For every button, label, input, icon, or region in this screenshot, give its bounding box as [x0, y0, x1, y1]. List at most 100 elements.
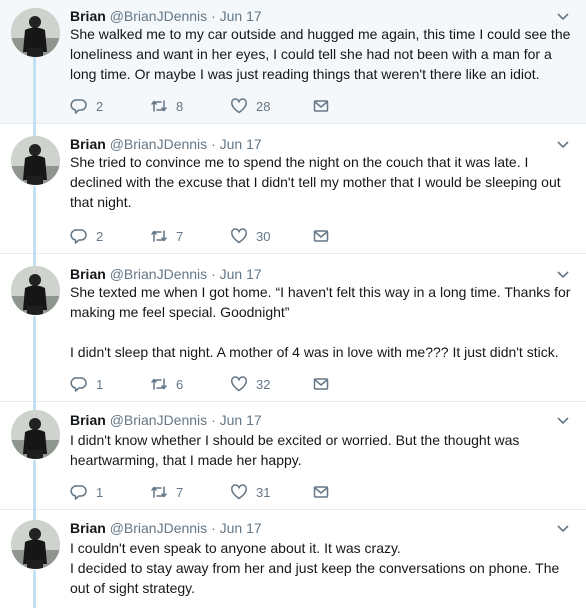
- heart-icon: [231, 228, 247, 244]
- retweet-button[interactable]: 7: [150, 483, 230, 501]
- chevron-down-icon[interactable]: [556, 270, 570, 280]
- envelope-icon: [313, 230, 329, 242]
- tweet[interactable]: Brian @BrianJDennis · Jun 17 She texted …: [0, 254, 586, 402]
- tweet-text: She walked me to my car outside and hugg…: [70, 24, 575, 84]
- avatar[interactable]: [11, 266, 60, 315]
- heart-icon: [231, 484, 247, 500]
- like-count: 31: [256, 484, 271, 500]
- reply-button[interactable]: 2: [70, 97, 150, 115]
- like-count: 32: [256, 376, 271, 392]
- avatar[interactable]: [11, 410, 60, 459]
- chevron-down-icon[interactable]: [556, 524, 570, 534]
- envelope-icon: [313, 378, 329, 390]
- avatar[interactable]: [11, 520, 60, 569]
- like-button[interactable]: 30: [230, 227, 312, 245]
- reply-button[interactable]: 1: [70, 483, 150, 501]
- avatar[interactable]: [11, 8, 60, 57]
- tweet-paragraph: I didn't sleep that night. A mother of 4…: [70, 344, 559, 360]
- tweet-paragraph: I didn't know whether I should be excite…: [70, 432, 520, 468]
- tweet[interactable]: Brian @BrianJDennis · Jun 17 She walked …: [0, 0, 586, 124]
- author-name[interactable]: Brian: [70, 136, 106, 152]
- tweet[interactable]: Brian @BrianJDennis · Jun 17 She tried t…: [0, 124, 586, 254]
- author-name[interactable]: Brian: [70, 520, 106, 536]
- thread-connector: [33, 254, 36, 266]
- retweet-icon: [151, 486, 167, 498]
- timestamp[interactable]: Jun 17: [220, 412, 262, 428]
- reply-icon: [70, 229, 87, 244]
- tweet-paragraph: She walked me to my car outside and hugg…: [70, 26, 571, 82]
- tweet-actions: 2 7 30: [70, 226, 330, 246]
- tweet-text: She tried to convince me to spend the ni…: [70, 152, 575, 212]
- reply-button[interactable]: 1: [70, 375, 150, 393]
- tweet-actions: 1 6 32: [70, 374, 330, 394]
- author-name[interactable]: Brian: [70, 412, 106, 428]
- like-button[interactable]: 31: [230, 483, 312, 501]
- chevron-down-icon[interactable]: [556, 12, 570, 22]
- reply-count: 1: [96, 484, 104, 500]
- tweet-text: I didn't know whether I should be excite…: [70, 430, 575, 470]
- direct-message-button[interactable]: [312, 375, 330, 393]
- like-count: 28: [256, 98, 271, 114]
- timestamp[interactable]: Jun 17: [220, 266, 262, 282]
- tweet-text: I couldn't even speak to anyone about it…: [70, 538, 575, 598]
- like-count: 30: [256, 228, 271, 244]
- thread-connector: [33, 460, 36, 510]
- tweet-paragraph: She texted me when I got home. “I haven'…: [70, 284, 571, 320]
- separator-dot: ·: [211, 8, 216, 24]
- thread-connector: [33, 316, 36, 402]
- author-handle[interactable]: @BrianJDennis: [110, 520, 207, 536]
- reply-count: 2: [96, 228, 104, 244]
- retweet-button[interactable]: 6: [150, 375, 230, 393]
- author-handle[interactable]: @BrianJDennis: [110, 266, 207, 282]
- separator-dot: ·: [211, 412, 216, 428]
- thread-connector: [33, 124, 36, 136]
- avatar[interactable]: [11, 136, 60, 185]
- timestamp[interactable]: Jun 17: [220, 520, 262, 536]
- tweet-header: Brian @BrianJDennis · Jun 17: [70, 520, 262, 536]
- tweet-thread: Brian @BrianJDennis · Jun 17 She walked …: [0, 0, 586, 608]
- author-handle[interactable]: @BrianJDennis: [110, 8, 207, 24]
- tweet-header: Brian @BrianJDennis · Jun 17: [70, 412, 262, 428]
- reply-count: 2: [96, 98, 104, 114]
- heart-icon: [231, 98, 247, 114]
- like-button[interactable]: 28: [230, 97, 312, 115]
- reply-button[interactable]: 2: [70, 227, 150, 245]
- direct-message-button[interactable]: [312, 483, 330, 501]
- tweet-paragraph: She tried to convince me to spend the ni…: [70, 154, 561, 210]
- timestamp[interactable]: Jun 17: [220, 136, 262, 152]
- chevron-down-icon[interactable]: [556, 416, 570, 426]
- tweet[interactable]: Brian @BrianJDennis · Jun 17 I didn't kn…: [0, 402, 586, 510]
- author-name[interactable]: Brian: [70, 8, 106, 24]
- chevron-down-icon[interactable]: [556, 140, 570, 150]
- reply-icon: [70, 485, 87, 500]
- separator-dot: ·: [211, 136, 216, 152]
- retweet-button[interactable]: 7: [150, 227, 230, 245]
- retweet-button[interactable]: 8: [150, 97, 230, 115]
- envelope-icon: [313, 486, 329, 498]
- retweet-count: 7: [176, 228, 184, 244]
- tweet[interactable]: Brian @BrianJDennis · Jun 17 I couldn't …: [0, 510, 586, 608]
- direct-message-button[interactable]: [312, 97, 330, 115]
- tweet-actions: 2 8 28: [70, 96, 330, 116]
- like-button[interactable]: 32: [230, 375, 312, 393]
- thread-connector: [33, 402, 36, 410]
- author-handle[interactable]: @BrianJDennis: [110, 136, 207, 152]
- heart-icon: [231, 376, 247, 392]
- direct-message-button[interactable]: [312, 227, 330, 245]
- reply-icon: [70, 99, 87, 114]
- tweet-actions: 1 7 31: [70, 482, 330, 502]
- reply-icon: [70, 377, 87, 392]
- tweet-header: Brian @BrianJDennis · Jun 17: [70, 266, 262, 282]
- author-handle[interactable]: @BrianJDennis: [110, 412, 207, 428]
- thread-connector: [33, 186, 36, 254]
- thread-connector: [33, 56, 36, 124]
- thread-connector: [33, 510, 36, 520]
- timestamp[interactable]: Jun 17: [220, 8, 262, 24]
- reply-count: 1: [96, 376, 104, 392]
- retweet-icon: [151, 230, 167, 242]
- tweet-paragraph: I decided to stay away from her and just…: [70, 560, 560, 596]
- tweet-header: Brian @BrianJDennis · Jun 17: [70, 136, 262, 152]
- retweet-count: 6: [176, 376, 184, 392]
- tweet-text: She texted me when I got home. “I haven'…: [70, 282, 575, 362]
- author-name[interactable]: Brian: [70, 266, 106, 282]
